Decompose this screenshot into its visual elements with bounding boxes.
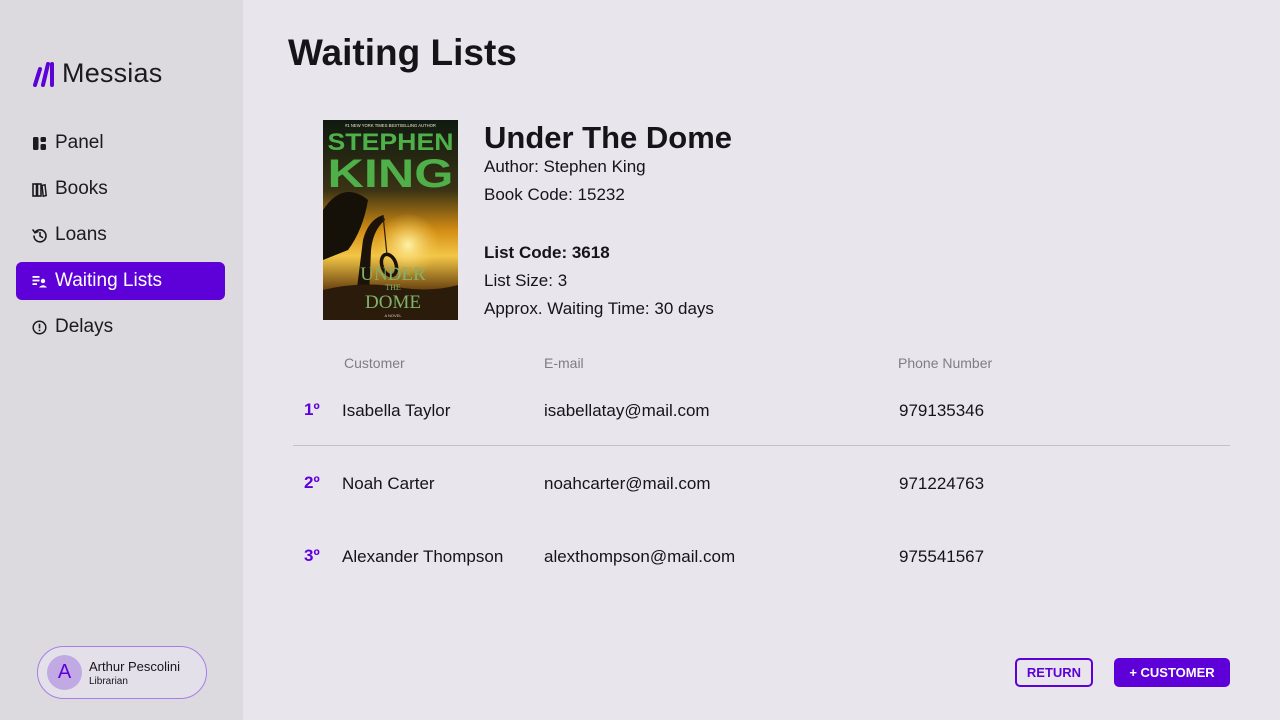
sidebar-item-label: Books bbox=[55, 178, 108, 199]
dashboard-icon bbox=[32, 136, 47, 151]
sidebar: Messias Panel Books Loans Waiting Lists bbox=[0, 0, 243, 720]
messias-logo-icon bbox=[33, 61, 54, 87]
customer-email: isabellatay@mail.com bbox=[544, 401, 710, 420]
row-divider bbox=[293, 445, 1230, 446]
column-header-customer: Customer bbox=[344, 355, 405, 371]
list-size: List Size: 3 bbox=[484, 271, 568, 290]
return-button[interactable]: RETURN bbox=[1015, 658, 1093, 687]
column-header-email: E-mail bbox=[544, 355, 584, 371]
queue-position: 3º bbox=[304, 546, 320, 565]
queue-icon bbox=[32, 274, 47, 289]
cover-author-last: KING bbox=[328, 152, 454, 196]
customer-email: alexthompson@mail.com bbox=[544, 547, 736, 566]
queue-position: 1º bbox=[304, 400, 320, 419]
sidebar-item-books[interactable]: Books bbox=[16, 170, 225, 208]
user-name: Arthur Pescolini bbox=[89, 658, 181, 674]
customer-email: noahcarter@mail.com bbox=[544, 474, 711, 493]
sidebar-item-panel[interactable]: Panel bbox=[16, 124, 225, 162]
brand-name: Messias bbox=[62, 58, 163, 88]
alert-circle-icon bbox=[32, 319, 47, 335]
cover-footer: A NOVEL bbox=[384, 313, 402, 318]
book-author: Author: Stephen King bbox=[484, 157, 646, 176]
column-header-phone: Phone Number bbox=[898, 355, 993, 371]
sidebar-item-label: Delays bbox=[55, 316, 114, 337]
add-customer-button[interactable]: + CUSTOMER bbox=[1114, 658, 1230, 687]
cover-title-line2: THE bbox=[385, 283, 401, 292]
sidebar-item-loans[interactable]: Loans bbox=[16, 216, 225, 254]
sidebar-nav: Panel Books Loans Waiting Lists Delays bbox=[16, 124, 225, 354]
cover-title-line1: UNDER bbox=[360, 264, 426, 285]
sidebar-item-delays[interactable]: Delays bbox=[16, 308, 225, 346]
sidebar-item-label: Panel bbox=[55, 132, 104, 153]
avatar: A bbox=[47, 655, 82, 690]
user-info: Arthur Pescolini Librarian bbox=[89, 659, 180, 687]
book-code: Book Code: 15232 bbox=[484, 185, 625, 204]
book-cover: #1 NEW YORK TIMES BESTSELLING AUTHOR STE… bbox=[323, 120, 458, 320]
customer-name: Alexander Thompson bbox=[342, 547, 504, 566]
user-role: Librarian bbox=[89, 675, 128, 687]
cover-banner: #1 NEW YORK TIMES BESTSELLING AUTHOR bbox=[345, 123, 436, 128]
customer-phone: 979135346 bbox=[899, 401, 985, 420]
page-title: Waiting Lists bbox=[288, 32, 517, 73]
queue-position: 2º bbox=[304, 473, 320, 492]
sidebar-item-waiting-lists[interactable]: Waiting Lists bbox=[16, 262, 225, 300]
sidebar-item-label: Loans bbox=[55, 224, 107, 245]
user-profile[interactable]: A Arthur Pescolini Librarian bbox=[37, 646, 207, 699]
customer-name: Isabella Taylor bbox=[342, 401, 451, 420]
books-icon bbox=[32, 182, 47, 197]
customer-phone: 971224763 bbox=[899, 474, 985, 493]
customer-phone: 975541567 bbox=[899, 547, 985, 566]
sidebar-item-label: Waiting Lists bbox=[55, 270, 162, 291]
book-title: Under The Dome bbox=[484, 120, 733, 155]
customer-name: Noah Carter bbox=[342, 474, 435, 493]
history-icon bbox=[32, 228, 47, 243]
list-code: List Code: 3618 bbox=[484, 243, 610, 262]
waiting-time: Approx. Waiting Time: 30 days bbox=[484, 299, 714, 318]
cover-title-line3: DOME bbox=[365, 292, 421, 313]
brand[interactable]: Messias bbox=[32, 58, 162, 89]
